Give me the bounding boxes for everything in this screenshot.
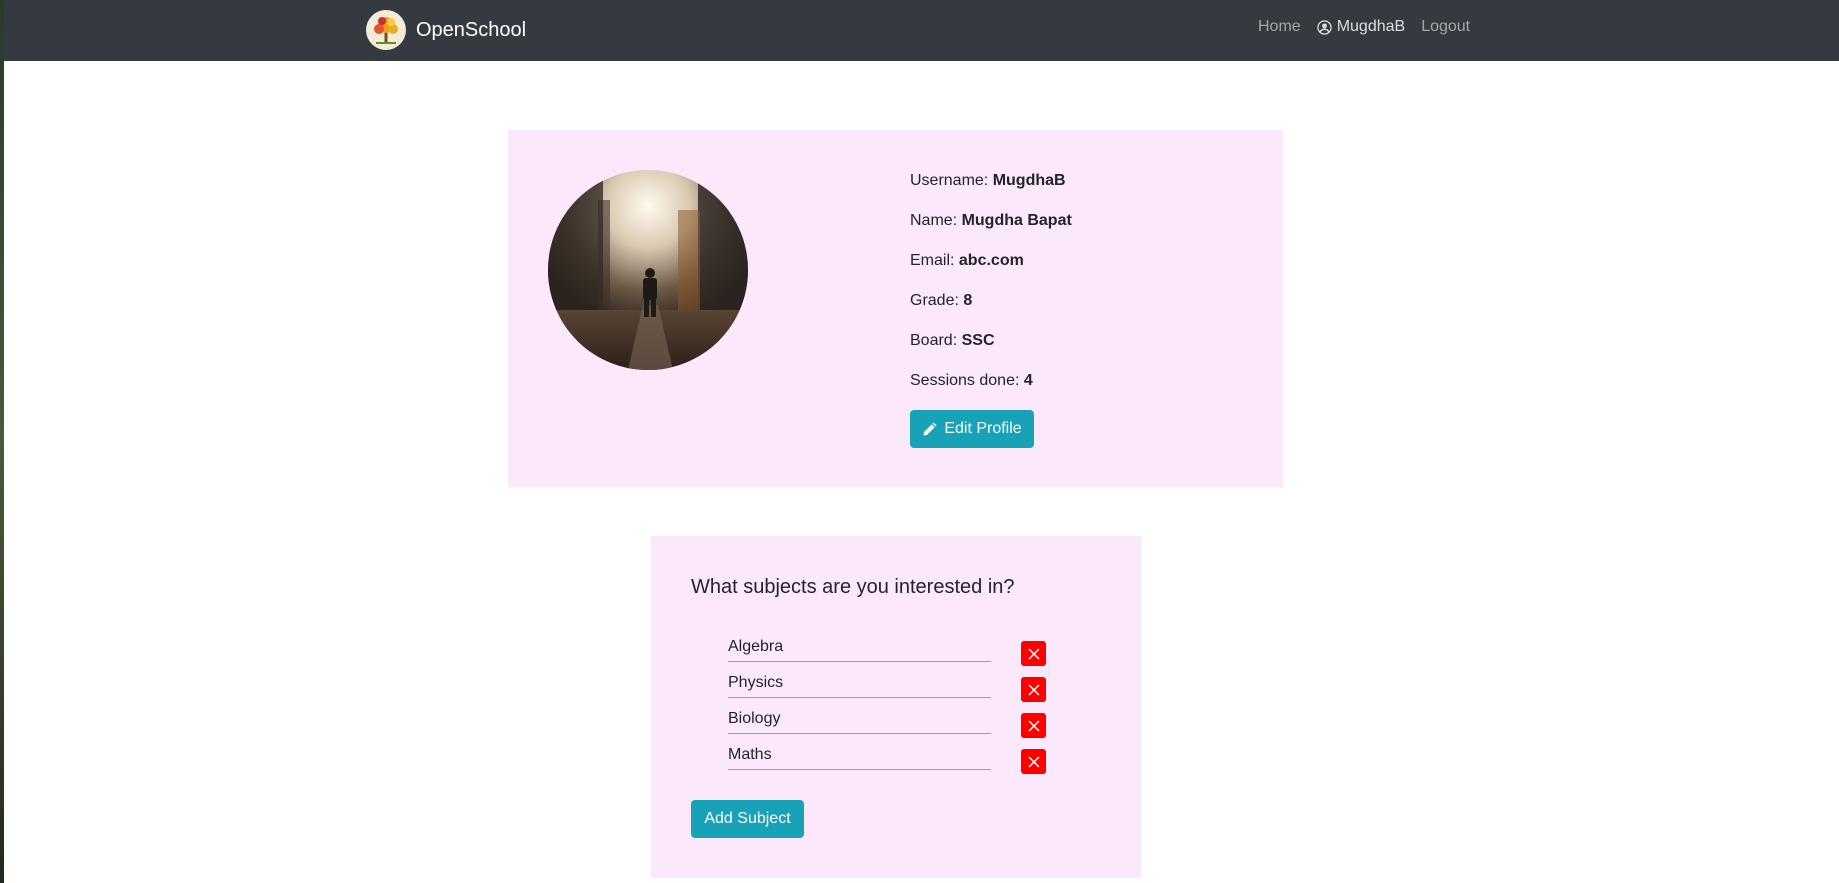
email-value: abc.com <box>958 252 1024 269</box>
brand[interactable]: OpenSchool <box>366 8 526 52</box>
subject-field[interactable]: Biology <box>728 707 991 734</box>
edit-profile-label: Edit Profile <box>944 420 1022 437</box>
grade-row: Grade: 8 <box>910 292 973 309</box>
email-row: Email: abc.com <box>910 252 1024 269</box>
nav-links: Home MugdhaB Logout <box>1258 18 1470 36</box>
remove-subject-button[interactable] <box>1021 641 1046 666</box>
nav-user-link[interactable]: MugdhaB <box>1316 18 1406 36</box>
username-value: MugdhaB <box>992 172 1066 189</box>
list-item: Maths <box>728 743 1046 779</box>
sessions-value: 4 <box>1023 372 1033 389</box>
brand-name: OpenSchool <box>416 18 527 41</box>
board-row: Board: SSC <box>910 332 995 349</box>
remove-subject-button[interactable] <box>1021 749 1046 774</box>
grade-value: 8 <box>963 292 973 309</box>
name-row: Name: Mugdha Bapat <box>910 212 1072 229</box>
name-value: Mugdha Bapat <box>961 212 1072 229</box>
close-icon <box>1027 683 1040 696</box>
add-subject-button[interactable]: Add Subject <box>691 800 804 838</box>
remove-subject-button[interactable] <box>1021 677 1046 702</box>
board-value: SSC <box>961 332 995 349</box>
nav-user-label: MugdhaB <box>1336 18 1406 35</box>
subjects-title: What subjects are you interested in? <box>691 576 1015 598</box>
subject-field[interactable]: Physics <box>728 671 991 698</box>
subject-field[interactable]: Maths <box>728 743 991 770</box>
openschool-logo-icon <box>366 10 406 50</box>
close-icon <box>1027 647 1040 660</box>
username-row: Username: MugdhaB <box>910 172 1066 189</box>
subjects-card: What subjects are you interested in? Alg… <box>651 536 1141 878</box>
subject-field[interactable]: Algebra <box>728 635 991 662</box>
close-icon <box>1027 755 1040 768</box>
nav-logout-link[interactable]: Logout <box>1421 18 1470 36</box>
list-item: Physics <box>728 671 1046 707</box>
list-item: Biology <box>728 707 1046 743</box>
pencil-icon <box>923 422 937 436</box>
sessions-row: Sessions done: 4 <box>910 372 1033 389</box>
remove-subject-button[interactable] <box>1021 713 1046 738</box>
list-item: Algebra <box>728 635 1046 671</box>
close-icon <box>1027 719 1040 732</box>
profile-info: Username: MugdhaB Name: Mugdha Bapat Ema… <box>910 170 1072 410</box>
edit-profile-button[interactable]: Edit Profile <box>910 410 1034 448</box>
top-navbar: OpenSchool Home MugdhaB Logout <box>4 0 1839 61</box>
profile-card: Username: MugdhaB Name: Mugdha Bapat Ema… <box>508 130 1283 487</box>
user-circle-icon <box>1316 19 1332 35</box>
profile-avatar <box>548 170 748 370</box>
background-edge <box>0 0 4 883</box>
nav-home-link[interactable]: Home <box>1258 18 1301 36</box>
